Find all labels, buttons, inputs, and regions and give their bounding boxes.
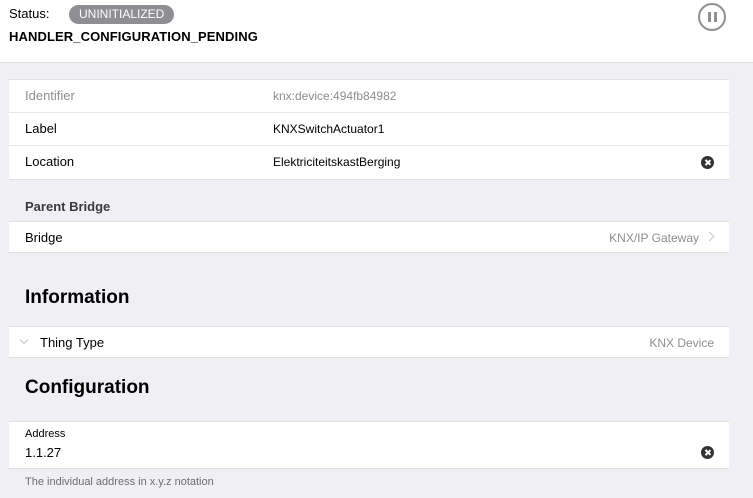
bridge-row[interactable]: Bridge KNX/IP Gateway — [9, 222, 729, 252]
pause-icon[interactable] — [698, 3, 726, 31]
location-row[interactable]: Location ElektriciteitskastBerging — [9, 146, 729, 179]
label-input[interactable]: KNXSwitchActuator1 — [273, 122, 384, 136]
address-field[interactable]: Address 1.1.27 — [9, 422, 729, 468]
parent-bridge-title: Parent Bridge — [25, 199, 111, 214]
address-input[interactable]: 1.1.27 — [25, 445, 61, 460]
address-label: Address — [25, 428, 66, 440]
information-title: Information — [25, 287, 130, 308]
status-header: Status: UNINITIALIZED HANDLER_CONFIGURAT… — [0, 0, 753, 63]
configuration-list: Address 1.1.27 — [9, 421, 729, 469]
pause-bar-left — [708, 12, 711, 22]
pause-bar-right — [714, 12, 717, 22]
bridge-label: Bridge — [25, 230, 63, 245]
thing-type-row[interactable]: Thing Type KNX Device — [9, 327, 729, 358]
location-input[interactable]: ElektriciteitskastBerging — [273, 155, 400, 169]
clear-location-icon[interactable] — [701, 156, 714, 169]
identifier-row: Identifier knx:device:494fb84982 — [9, 80, 729, 113]
address-hint: The individual address in x.y.z notation — [25, 476, 214, 488]
information-list: Thing Type KNX Device — [9, 326, 729, 358]
label-field-label: Label — [25, 121, 57, 136]
thing-type-label: Thing Type — [40, 335, 105, 350]
status-detail: HANDLER_CONFIGURATION_PENDING — [9, 29, 258, 44]
bridge-value: KNX/IP Gateway — [609, 231, 699, 245]
clear-address-icon[interactable] — [701, 446, 714, 459]
identifier-value: knx:device:494fb84982 — [273, 89, 397, 103]
bridge-list: Bridge KNX/IP Gateway — [9, 221, 729, 253]
location-label: Location — [25, 154, 75, 169]
chevron-right-icon — [704, 231, 715, 242]
thing-type-value: KNX Device — [649, 336, 714, 350]
chevron-down-icon — [19, 335, 29, 345]
configuration-title: Configuration — [25, 377, 150, 398]
thing-properties-list: Identifier knx:device:494fb84982 Label K… — [9, 79, 729, 180]
status-badge: UNINITIALIZED — [69, 5, 175, 24]
identifier-label: Identifier — [25, 88, 75, 103]
status-label: Status: — [9, 6, 50, 21]
label-row[interactable]: Label KNXSwitchActuator1 — [9, 113, 729, 146]
